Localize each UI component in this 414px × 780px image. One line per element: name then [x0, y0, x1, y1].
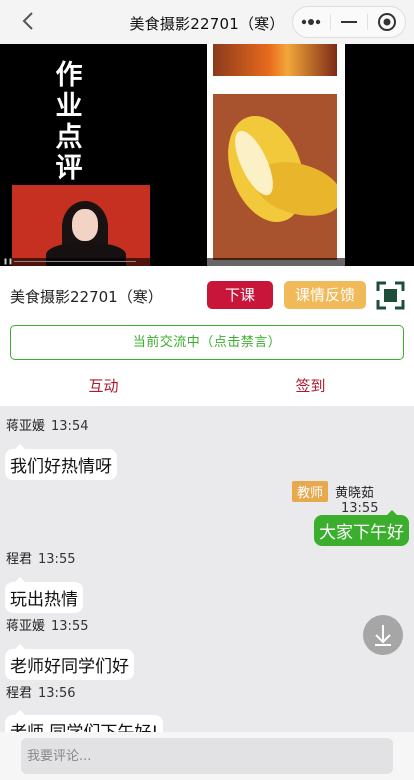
- record-target-icon[interactable]: [368, 7, 405, 37]
- arrow-down-icon: [375, 625, 391, 646]
- video-progress-bar[interactable]: ❚❚: [0, 258, 414, 266]
- orange-photo: [213, 44, 337, 76]
- message-time: 13:54: [51, 419, 89, 434]
- chat-bubble: 老师好同学们好: [5, 644, 134, 680]
- message-text: 大家下午好: [319, 523, 404, 543]
- progress-track: [14, 261, 136, 262]
- chat-bubble: 大家下午好: [314, 510, 409, 546]
- more-dots-icon[interactable]: [293, 7, 330, 37]
- teacher-face: [72, 209, 98, 241]
- message-meta: 黄晓茹13:55: [335, 482, 414, 516]
- sender-name: 蒋亚媛: [6, 619, 46, 634]
- comment-input[interactable]: [21, 738, 393, 774]
- message-time: 13:55: [51, 619, 89, 634]
- top-nav-bar: 美食摄影22701（寒）: [0, 0, 414, 44]
- comment-bar: [0, 732, 414, 780]
- message-meta: 蒋亚媛 13:55: [6, 615, 88, 634]
- bubble-tail: [15, 444, 25, 449]
- video-letterbox: [345, 44, 414, 266]
- teacher-camera-feed: [12, 185, 150, 266]
- message-time: 13:55: [341, 501, 379, 516]
- tab-interaction[interactable]: 互动: [0, 366, 207, 406]
- banana-photo: [213, 94, 337, 260]
- fullscreen-icon[interactable]: [376, 281, 405, 310]
- sender-name: 蒋亚媛: [6, 419, 46, 434]
- slide-title-text: 作业点评: [55, 60, 83, 184]
- message-text: 老师好同学们好: [10, 657, 129, 677]
- chat-bubble: 玩出热情: [5, 577, 83, 613]
- live-video-player[interactable]: 作业点评 ❚❚: [0, 44, 414, 266]
- pause-icon[interactable]: ❚❚: [3, 259, 13, 265]
- message-time: 13:56: [38, 686, 76, 701]
- message-text: 玩出热情: [10, 590, 78, 610]
- sender-name: 程君: [6, 552, 33, 567]
- bubble-tail: [15, 710, 25, 715]
- minimize-icon[interactable]: [331, 7, 368, 37]
- message-time: 13:55: [38, 552, 76, 567]
- message-meta: 程君 13:56: [6, 682, 75, 701]
- tab-checkin[interactable]: 签到: [207, 366, 414, 406]
- chat-bubble: 老师 同学们下午好!: [5, 710, 164, 732]
- bubble-tail: [387, 510, 397, 515]
- chat-bubble: 我们好热情呀: [5, 444, 117, 480]
- scroll-to-bottom-button[interactable]: [363, 615, 403, 655]
- message-meta: 程君 13:55: [6, 548, 75, 567]
- slide-right-panel: [207, 44, 345, 266]
- teacher-badge: 教师: [292, 481, 329, 502]
- slide-left-panel: 作业点评: [0, 44, 207, 266]
- message-text: 老师 同学们下午好!: [10, 723, 158, 732]
- bubble-tail: [15, 577, 25, 582]
- chat-status-button[interactable]: 当前交流中（点击禁言）: [10, 325, 404, 360]
- course-bar: 美食摄影22701（寒） 下课 课情反馈: [0, 266, 414, 324]
- course-name: 美食摄影22701（寒）: [10, 288, 163, 306]
- message-meta: 蒋亚媛 13:54: [6, 415, 88, 434]
- end-class-button[interactable]: 下课: [207, 281, 273, 309]
- sender-name: 程君: [6, 686, 33, 701]
- message-text: 我们好热情呀: [10, 457, 112, 477]
- bubble-tail: [15, 644, 25, 649]
- tab-bar: 互动 签到: [0, 366, 414, 406]
- chat-message-list[interactable]: 蒋亚媛 13:54 我们好热情呀 教师 黄晓茹13:55 大家下午好 程君 13:5…: [0, 406, 414, 732]
- class-feedback-button[interactable]: 课情反馈: [284, 281, 366, 309]
- mini-program-capsule: [292, 6, 406, 38]
- sender-name: 黄晓茹: [335, 486, 375, 501]
